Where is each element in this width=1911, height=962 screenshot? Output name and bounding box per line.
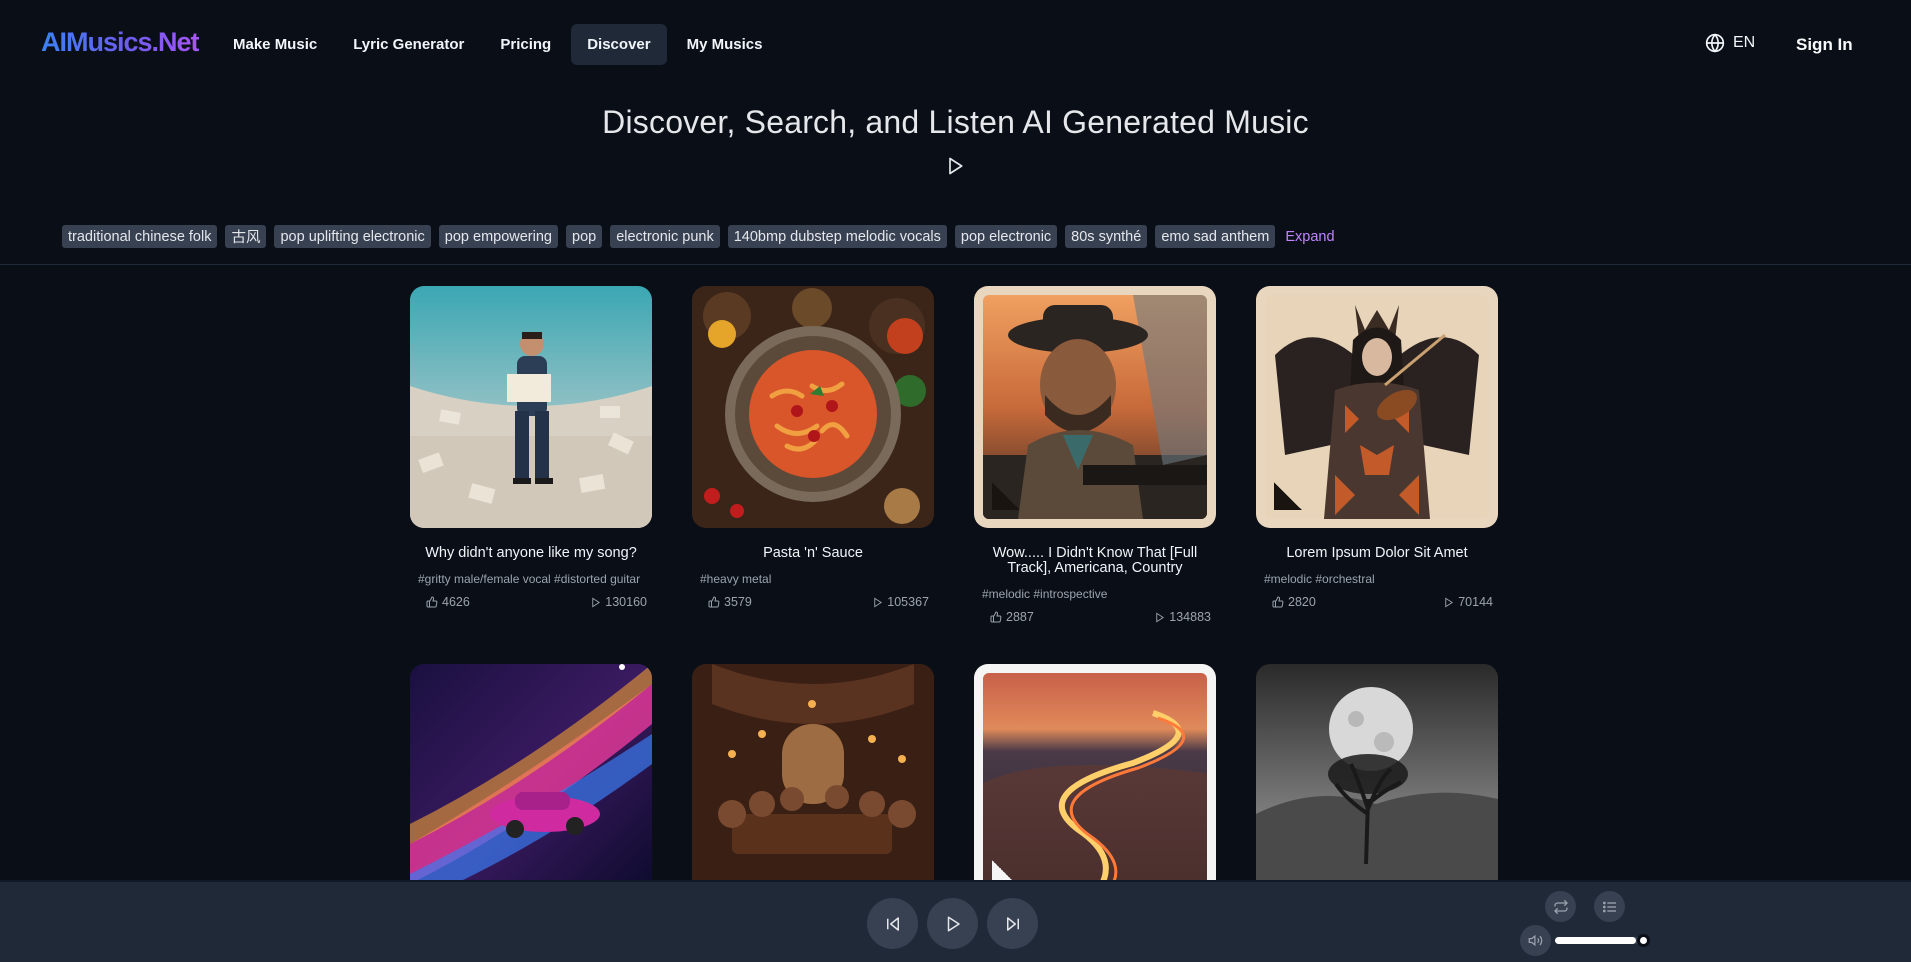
language-label: EN: [1733, 34, 1756, 51]
tag-chip[interactable]: 140bmp dubstep melodic vocals: [727, 225, 947, 248]
song-cover-image[interactable]: [974, 664, 1216, 906]
song-title[interactable]: Why didn't anyone like my song?: [410, 546, 652, 561]
song-tags: #melodic #introspective: [982, 587, 1108, 601]
tag-chip[interactable]: emo sad anthem: [1155, 225, 1276, 248]
likes-count[interactable]: 2887: [990, 610, 1034, 624]
plays-count: 70144: [1443, 595, 1493, 609]
song-cover-image[interactable]: [1256, 286, 1498, 528]
sign-in-button[interactable]: Sign In: [1796, 35, 1853, 55]
nav-discover[interactable]: Discover: [571, 24, 667, 65]
next-track-button[interactable]: [987, 898, 1038, 949]
nav-pricing[interactable]: Pricing: [484, 24, 567, 65]
page-fold: [992, 482, 1020, 510]
expand-tags-link[interactable]: Expand: [1285, 229, 1334, 245]
nav-make-music[interactable]: Make Music: [217, 24, 333, 65]
top-navigation: AIMusics.Net Make Music Lyric Generator …: [0, 0, 1911, 90]
nav-my-musics[interactable]: My Musics: [671, 24, 779, 65]
thumbs-up-icon: [1272, 596, 1284, 608]
song-cover-image[interactable]: [410, 286, 652, 528]
song-cover-image[interactable]: [692, 286, 934, 528]
plays-count: 130160: [590, 595, 647, 609]
page-fold: [1274, 482, 1302, 510]
song-title[interactable]: Lorem Ipsum Dolor Sit Amet: [1256, 546, 1498, 561]
repeat-icon: [1553, 899, 1568, 914]
song-title[interactable]: Pasta 'n' Sauce: [692, 546, 934, 561]
skip-back-icon: [886, 916, 899, 931]
song-card[interactable]: Lorem Ipsum Dolor Sit Amet #melodic #orc…: [1256, 286, 1498, 609]
song-stats: 2887 134883: [974, 610, 1216, 624]
play-icon: [592, 597, 601, 607]
thumbs-up-icon: [990, 611, 1002, 623]
playlist-button[interactable]: [1594, 891, 1625, 922]
song-stats: 4626 130160: [410, 595, 652, 609]
play-icon: [874, 597, 883, 607]
main-nav: Make Music Lyric Generator Pricing Disco…: [217, 24, 778, 65]
tag-chip[interactable]: electronic punk: [610, 225, 720, 248]
tag-chip[interactable]: pop electronic: [954, 225, 1058, 248]
song-card[interactable]: Why didn't anyone like my song? #gritty …: [410, 286, 652, 609]
song-tags: #gritty male/female vocal #distorted gui…: [418, 572, 641, 586]
song-stats: 3579 105367: [692, 595, 934, 609]
divider: [0, 264, 1911, 265]
song-cover-image[interactable]: [410, 664, 652, 906]
song-card[interactable]: [974, 664, 1216, 906]
volume-level: [1555, 937, 1636, 944]
tag-chip[interactable]: pop: [566, 225, 603, 248]
repeat-button[interactable]: [1545, 891, 1576, 922]
song-cover-image[interactable]: [1256, 664, 1498, 906]
thumbs-up-icon: [708, 596, 720, 608]
volume-button[interactable]: [1520, 925, 1551, 956]
song-card[interactable]: Pasta 'n' Sauce #heavy metal 3579 105367: [692, 286, 934, 609]
song-card[interactable]: [1256, 664, 1498, 906]
play-icon: [947, 916, 960, 931]
tag-chip[interactable]: pop uplifting electronic: [274, 225, 431, 248]
play-button[interactable]: [927, 898, 978, 949]
play-all-icon[interactable]: [945, 156, 965, 176]
song-card[interactable]: [692, 664, 934, 906]
language-selector[interactable]: EN: [1705, 33, 1755, 53]
volume-icon: [1528, 934, 1543, 947]
song-cover-image[interactable]: [974, 286, 1216, 528]
nav-lyric-generator[interactable]: Lyric Generator: [337, 24, 480, 65]
plays-count: 105367: [872, 595, 929, 609]
song-title[interactable]: Wow..... I Didn't Know That [Full Track]…: [974, 546, 1216, 576]
volume-slider[interactable]: [1555, 937, 1645, 944]
song-tags: #heavy metal: [700, 572, 772, 586]
likes-count[interactable]: 2820: [1272, 595, 1316, 609]
likes-count[interactable]: 4626: [426, 595, 470, 609]
song-cover-image[interactable]: [692, 664, 934, 906]
globe-icon: [1705, 33, 1725, 53]
site-logo[interactable]: AIMusics.Net: [41, 27, 200, 58]
volume-slider-handle[interactable]: [1637, 934, 1650, 947]
song-stats: 2820 70144: [1256, 595, 1498, 609]
tag-chip[interactable]: 80s synthé: [1065, 225, 1148, 248]
play-icon: [1156, 612, 1165, 622]
genre-tags: traditional chinese folk 古风 pop upliftin…: [62, 225, 1335, 248]
play-icon: [1445, 597, 1454, 607]
tag-chip[interactable]: 古风: [225, 225, 267, 248]
playlist-icon: [1602, 901, 1616, 912]
previous-track-button[interactable]: [867, 898, 918, 949]
page-title: Discover, Search, and Listen AI Generate…: [602, 104, 1309, 140]
tag-chip[interactable]: traditional chinese folk: [62, 225, 218, 248]
skip-forward-icon: [1006, 916, 1019, 931]
song-card[interactable]: [410, 664, 652, 906]
likes-count[interactable]: 3579: [708, 595, 752, 609]
song-tags: #melodic #orchestral: [1264, 572, 1375, 586]
thumbs-up-icon: [426, 596, 438, 608]
tag-chip[interactable]: pop empowering: [438, 225, 558, 248]
song-card[interactable]: Wow..... I Didn't Know That [Full Track]…: [974, 286, 1216, 624]
plays-count: 134883: [1154, 610, 1211, 624]
